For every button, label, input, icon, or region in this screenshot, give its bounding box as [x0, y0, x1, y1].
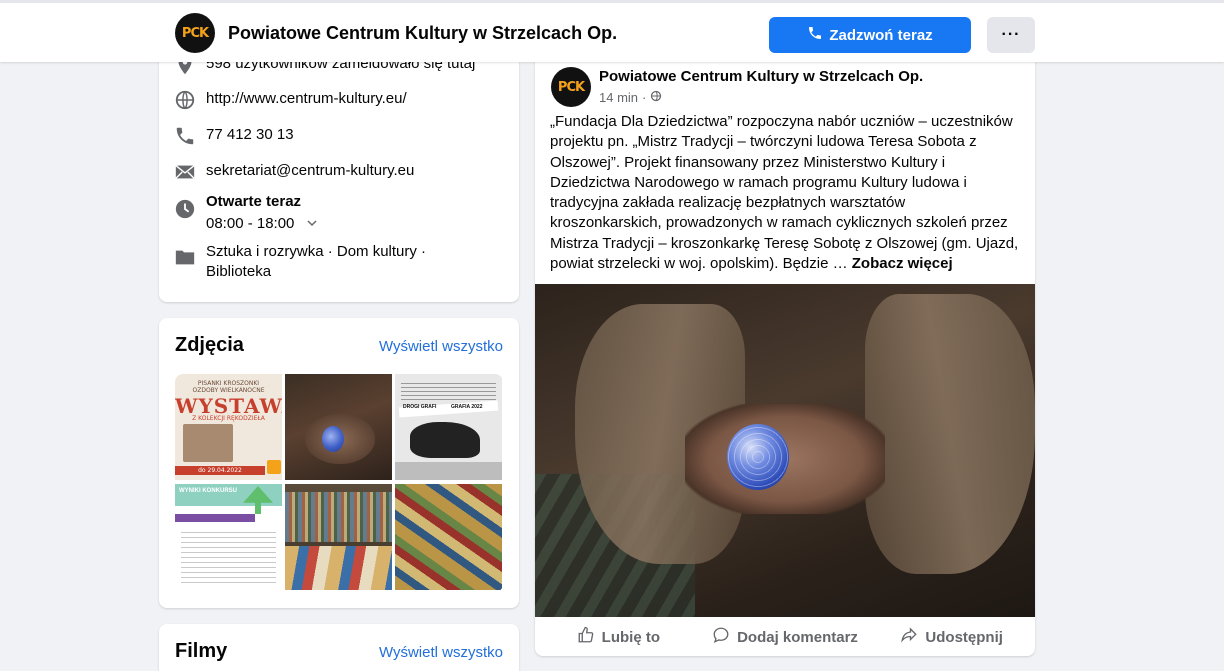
- poster-line-2: OZDOBY WIELKANOCNE: [192, 387, 265, 394]
- photo-thumb-hands-egg[interactable]: [285, 374, 392, 480]
- photos-see-all-link[interactable]: Wyświetl wszystko: [379, 338, 503, 355]
- share-button[interactable]: Udostępnij: [868, 620, 1035, 654]
- egg-pattern: [727, 424, 789, 490]
- book-spines: [285, 492, 392, 542]
- open-status: Otwarte teraz: [206, 193, 302, 210]
- poster-line-3: Z KOLEKCJI RĘKODZIEŁA: [192, 415, 265, 422]
- like-label: Lubię to: [601, 628, 660, 646]
- pck-logo-mark: [267, 460, 281, 474]
- photos-title: Zdjęcia: [175, 334, 244, 356]
- photo-thumb-contest-results[interactable]: WYNIKI KONKURSU: [175, 484, 282, 590]
- spray-figure: [410, 422, 480, 458]
- book-covers: [395, 484, 502, 590]
- phone-icon: [174, 125, 196, 147]
- post-meta-dot: ·: [642, 90, 647, 105]
- share-label: Udostępnij: [925, 628, 1003, 646]
- photo-thumb-books-table[interactable]: [395, 484, 502, 590]
- photos-card: Zdjęcia Wyświetl wszystko PISANKI KROSZO…: [159, 318, 519, 608]
- comment-button[interactable]: Dodaj komentarz: [702, 620, 869, 654]
- poster-tag-1: DROGI GRAFI: [403, 404, 437, 410]
- post-avatar[interactable]: PCK: [551, 67, 591, 107]
- logo-text: PCK: [181, 25, 209, 41]
- post-body: „Fundacja Dla Dziedzictwa” rozpoczyna na…: [550, 112, 1020, 274]
- photo-thumb-bookshelves[interactable]: [285, 484, 392, 590]
- films-card: Filmy Wyświetl wszystko: [159, 624, 519, 671]
- post-actions: Lubię to Dodaj komentarz Udostępnij: [535, 620, 1035, 654]
- results-stripe: [175, 514, 255, 522]
- website-link[interactable]: http://www.centrum-kultury.eu/: [206, 89, 407, 109]
- hours-text: 08:00 - 18:00: [206, 215, 295, 232]
- page-header: PCK Powiatowe Centrum Kultury w Strzelca…: [0, 0, 1224, 62]
- post-card: PCK Powiatowe Centrum Kultury w Strzelca…: [535, 30, 1035, 656]
- globe-icon: [174, 89, 196, 111]
- page-title[interactable]: Powiatowe Centrum Kultury w Strzelcach O…: [228, 23, 617, 44]
- films-title: Filmy: [175, 640, 228, 662]
- call-now-button[interactable]: Zadzwoń teraz: [769, 17, 971, 53]
- opening-hours[interactable]: 08:00 - 18:00: [206, 214, 317, 234]
- poster-photo: [183, 424, 233, 462]
- post-timestamp[interactable]: 14 min: [599, 90, 638, 105]
- email-link[interactable]: sekretariat@centrum-kultury.eu: [206, 161, 414, 181]
- thumbs-up-icon: [577, 626, 595, 648]
- categories-line-2[interactable]: Biblioteka: [206, 262, 271, 282]
- globe-icon: [650, 90, 662, 105]
- more-options-label: ···: [1001, 26, 1021, 43]
- call-now-label: Zadzwoń teraz: [829, 26, 933, 44]
- poster-date: do 29.04.2022: [175, 466, 265, 475]
- photo-thumb-graffiti-poster[interactable]: DROGI GRAFI GRAFIA 2022: [395, 374, 502, 480]
- folder-icon: [174, 246, 196, 268]
- phone-icon: [807, 25, 823, 45]
- poster-line-1: PISANKI KROSZONKI: [197, 380, 260, 387]
- comment-icon: [712, 626, 730, 648]
- see-more-link[interactable]: Zobacz więcej: [852, 255, 953, 272]
- poster-tag-2: GRAFIA 2022: [451, 404, 483, 410]
- painted-egg: [322, 426, 344, 452]
- categories-line-1[interactable]: Sztuka i rozrywka · Dom kultury ·: [206, 242, 426, 262]
- poster-footer: [395, 462, 502, 480]
- photo-thumb-exhibition-poster[interactable]: PISANKI KROSZONKI OZDOBY WIELKANOCNE WYS…: [175, 374, 282, 480]
- films-see-all-link[interactable]: Wyświetl wszystko: [379, 644, 503, 661]
- cardigan-right: [865, 294, 1035, 574]
- results-banner: WYNIKI KONKURSU: [179, 488, 237, 494]
- share-icon: [900, 626, 918, 648]
- phone-number[interactable]: 77 412 30 13: [206, 125, 294, 145]
- post-author[interactable]: Powiatowe Centrum Kultury w Strzelcach O…: [599, 68, 923, 85]
- poster-small-text: [401, 380, 496, 400]
- envelope-icon: [174, 161, 196, 183]
- more-options-button[interactable]: ···: [987, 17, 1035, 53]
- post-text: „Fundacja Dla Dziedzictwa” rozpoczyna na…: [550, 113, 1019, 273]
- results-text-lines: [181, 528, 276, 586]
- clock-icon: [174, 198, 196, 220]
- chevron-down-icon: [307, 214, 317, 234]
- post-meta: 14 min ·: [599, 90, 662, 105]
- post-avatar-text: PCK: [557, 79, 585, 95]
- like-button[interactable]: Lubię to: [535, 620, 702, 654]
- page-info-card: 598 użytkowników zameldowało się tutaj h…: [159, 30, 519, 302]
- photos-grid: PISANKI KROSZONKI OZDOBY WIELKANOCNE WYS…: [175, 374, 503, 592]
- page-logo[interactable]: PCK: [175, 13, 215, 53]
- comment-label: Dodaj komentarz: [737, 628, 858, 646]
- post-image[interactable]: [535, 284, 1035, 617]
- books-on-table: [285, 546, 392, 590]
